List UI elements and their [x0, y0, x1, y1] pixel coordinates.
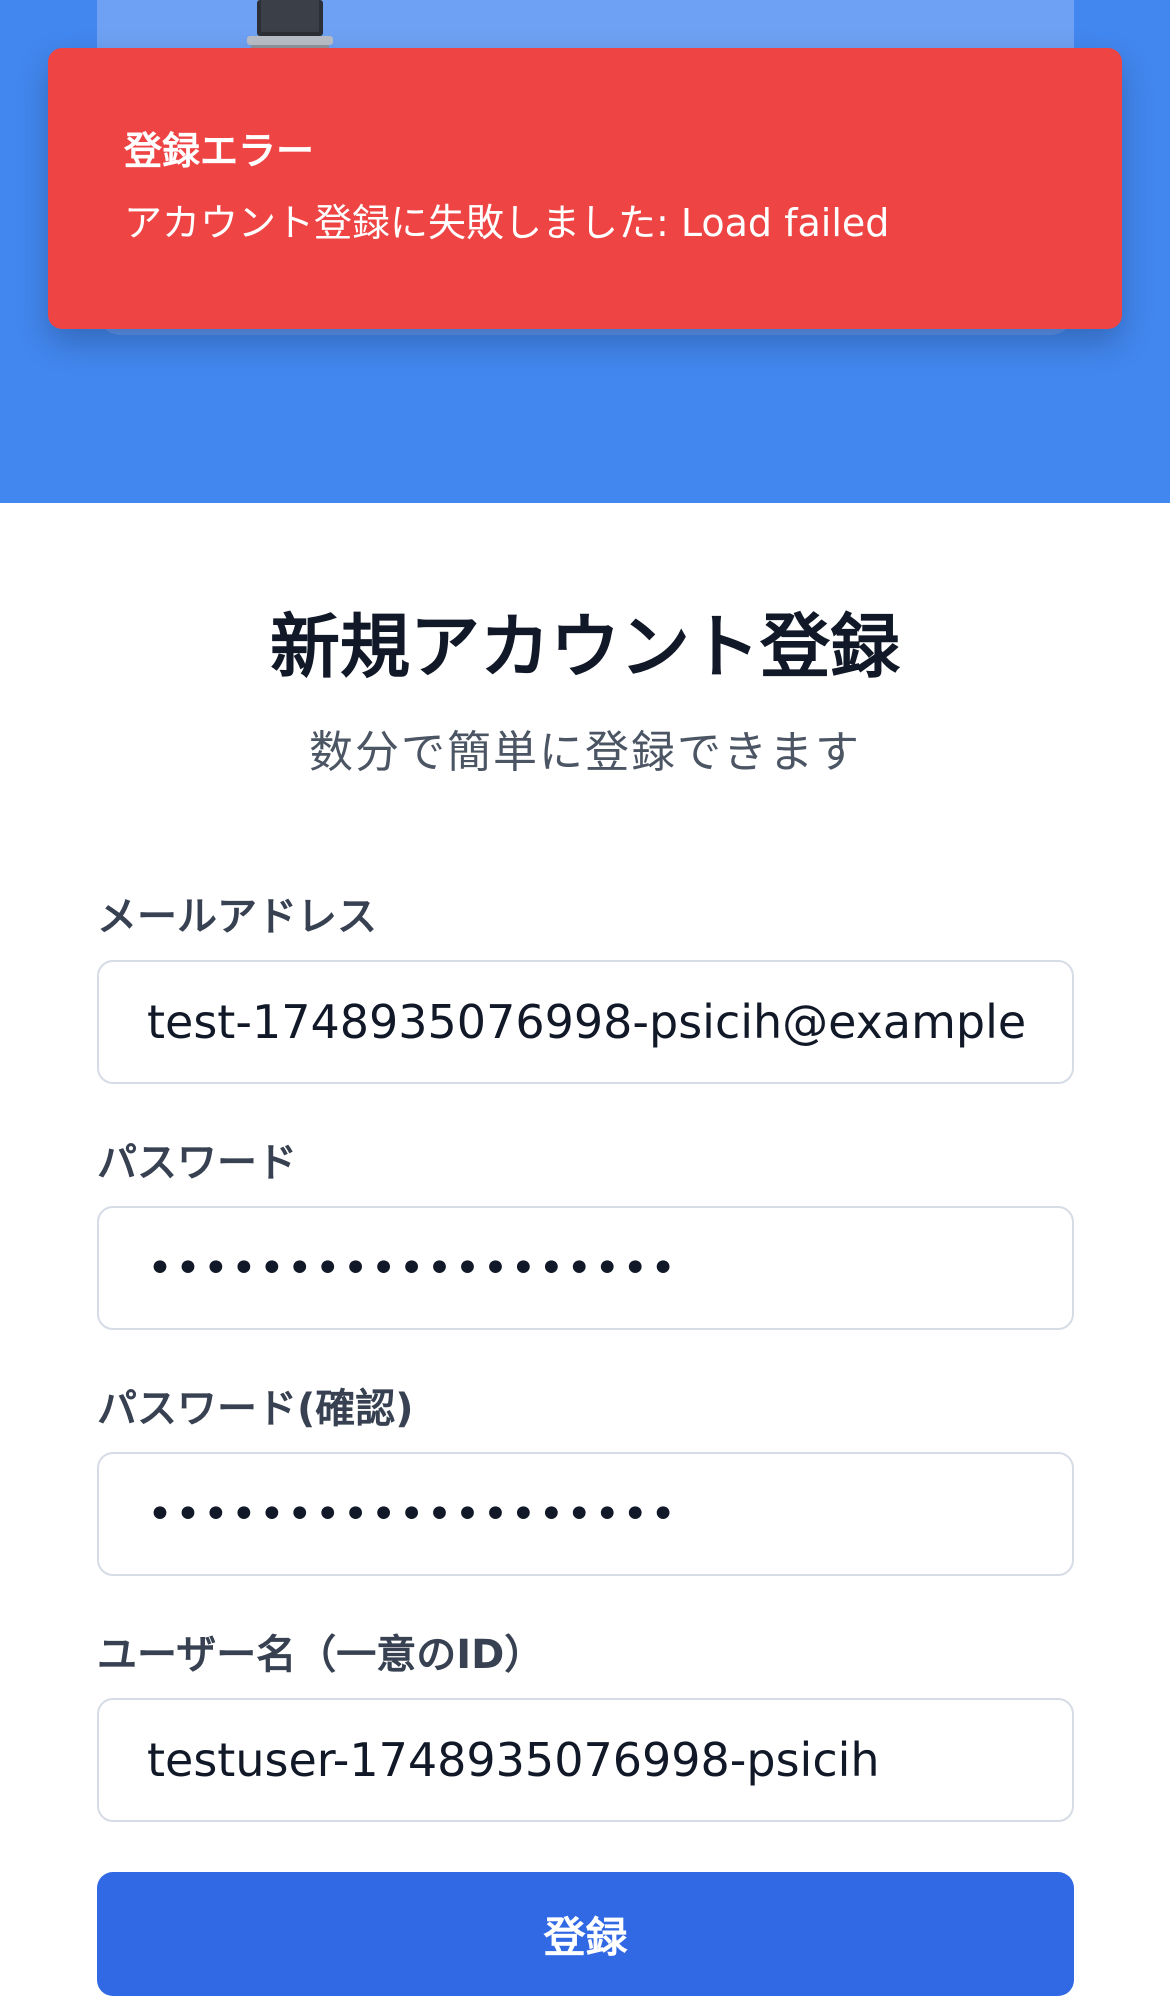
email-field[interactable]: [97, 960, 1074, 1084]
error-toast-message: アカウント登録に失敗しました: Load failed: [124, 201, 890, 245]
password-confirm-field[interactable]: [97, 1452, 1074, 1576]
password-confirm-label: パスワード(確認): [97, 1386, 414, 1432]
password-field[interactable]: [97, 1206, 1074, 1330]
page-title: 新規アカウント登録: [270, 606, 900, 688]
error-toast-title: 登録エラー: [124, 129, 315, 173]
laptop-icon: [247, 0, 333, 50]
page-subtitle: 数分で簡単に登録できます: [309, 727, 861, 778]
username-label: ユーザー名（一意のID）: [97, 1632, 545, 1678]
error-toast[interactable]: 登録エラー アカウント登録に失敗しました: Load failed: [48, 48, 1122, 329]
username-field[interactable]: [97, 1698, 1074, 1822]
password-label: パスワード: [97, 1140, 297, 1186]
register-button[interactable]: 登録: [97, 1872, 1074, 1996]
email-label: メールアドレス: [97, 894, 377, 940]
